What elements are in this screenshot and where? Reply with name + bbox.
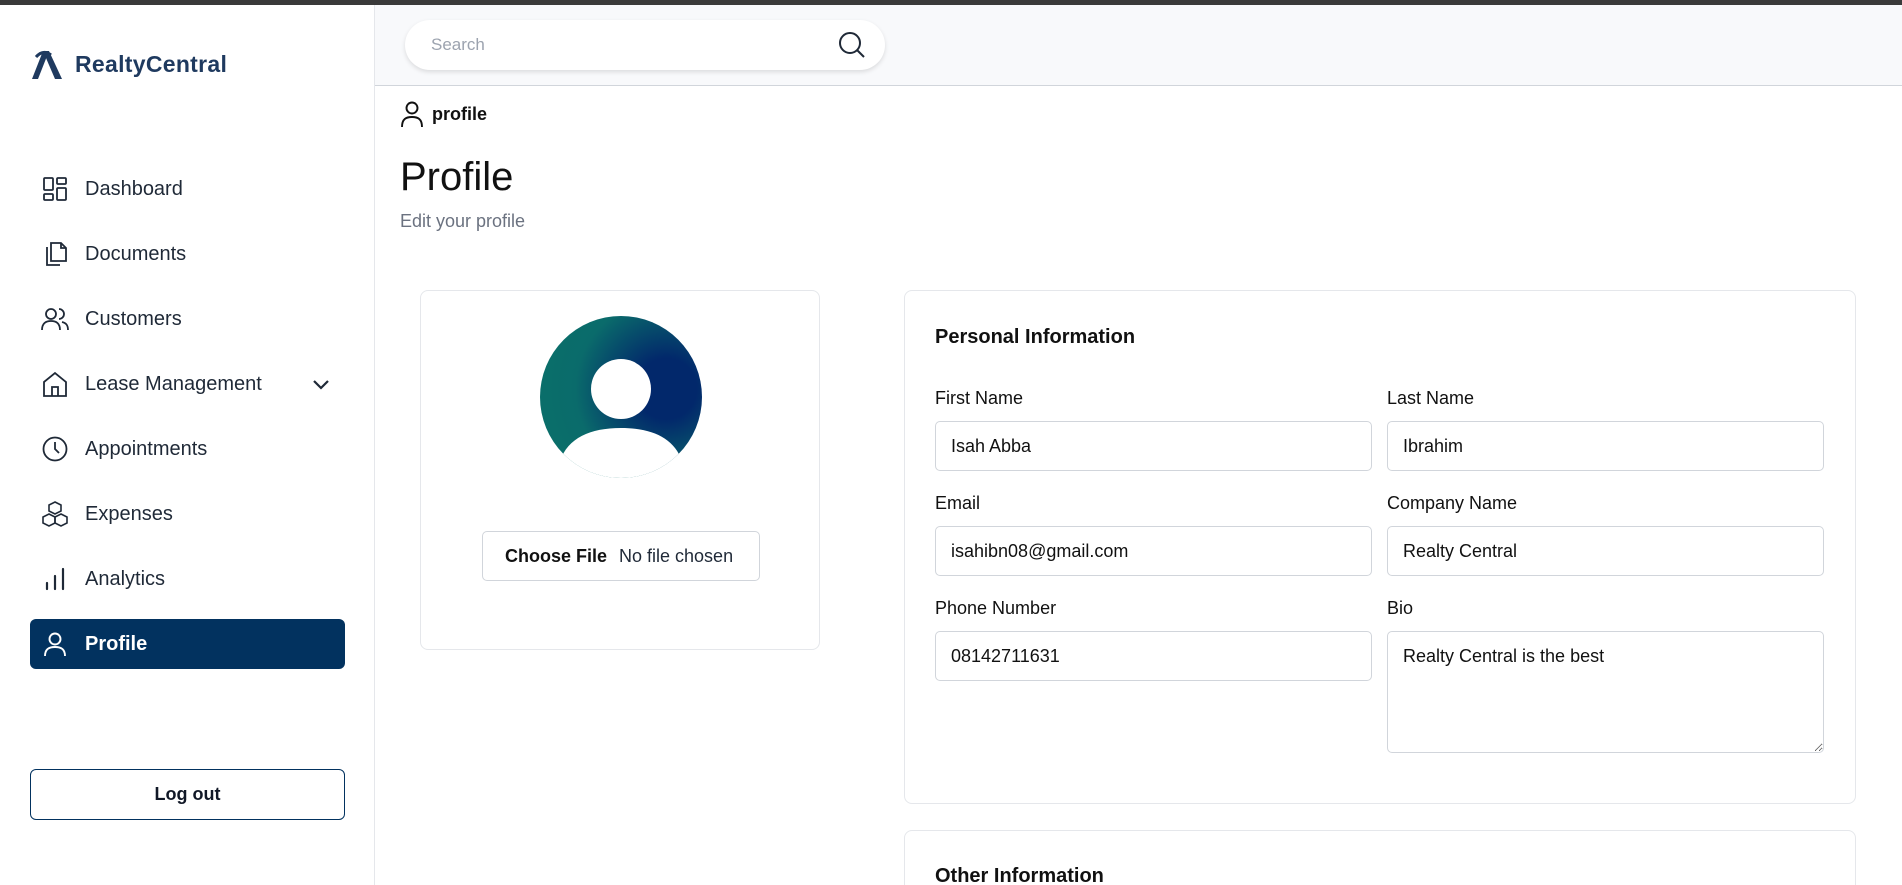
sidebar-item-label: Appointments — [85, 437, 208, 460]
breadcrumb-label: profile — [432, 103, 488, 124]
card-title: Other Information — [935, 865, 1104, 885]
search-icon[interactable] — [837, 30, 867, 60]
sidebar-item-dashboard[interactable]: Dashboard — [30, 164, 345, 214]
sidebar-item-label: Expenses — [85, 502, 173, 525]
file-status-text: No file chosen — [619, 545, 734, 566]
grid-icon — [40, 174, 70, 204]
app-name: RealtyCentral — [75, 50, 228, 77]
sidebar: RealtyCentral Dashboard Documents Custom… — [0, 5, 375, 885]
bar-chart-icon — [40, 564, 70, 594]
phone-number-field[interactable] — [935, 631, 1372, 681]
user-icon — [40, 629, 70, 659]
sidebar-item-label: Lease Management — [85, 372, 262, 395]
choose-file-button[interactable]: Choose File — [505, 546, 607, 567]
first-name-label: First Name — [935, 388, 1024, 408]
file-upload-input[interactable]: Choose File No file chosen — [482, 531, 760, 581]
first-name-field[interactable] — [935, 421, 1372, 471]
documents-icon — [40, 239, 70, 269]
card-title: Personal Information — [935, 326, 1136, 348]
email-field[interactable] — [935, 526, 1372, 576]
avatar-card: Choose File No file chosen — [420, 290, 820, 650]
chevron-down-icon[interactable] — [309, 372, 333, 396]
search-input[interactable] — [431, 35, 837, 55]
logout-button[interactable]: Log out — [30, 769, 345, 820]
sidebar-item-expenses[interactable]: Expenses — [30, 489, 345, 539]
home-icon — [40, 369, 70, 399]
page-subtitle: Edit your profile — [400, 211, 526, 231]
app-logo[interactable]: RealtyCentral — [29, 45, 227, 83]
sidebar-item-customers[interactable]: Customers — [30, 294, 345, 344]
top-header — [375, 5, 1902, 86]
sidebar-item-profile[interactable]: Profile — [30, 619, 345, 669]
last-name-label: Last Name — [1387, 388, 1475, 408]
cubes-icon — [40, 499, 70, 529]
last-name-field[interactable] — [1387, 421, 1824, 471]
sidebar-item-label: Customers — [85, 307, 182, 330]
company-name-label: Company Name — [1387, 493, 1518, 513]
sidebar-item-label: Documents — [85, 242, 187, 265]
sidebar-item-label: Analytics — [85, 567, 166, 590]
sidebar-item-documents[interactable]: Documents — [30, 229, 345, 279]
user-icon — [401, 101, 423, 128]
personal-information-card: Personal Information First Name Last Nam… — [904, 290, 1856, 804]
clock-icon — [40, 434, 70, 464]
sidebar-nav: Dashboard Documents Customers Lease Mana… — [30, 164, 345, 684]
email-label: Email — [935, 493, 981, 513]
users-icon — [40, 304, 70, 334]
sidebar-item-lease-management[interactable]: Lease Management — [30, 359, 345, 409]
company-name-field[interactable] — [1387, 526, 1824, 576]
avatar — [540, 316, 702, 478]
phone-number-label: Phone Number — [935, 598, 1057, 618]
other-information-card: Other Information — [904, 830, 1856, 885]
sidebar-item-label: Profile — [85, 632, 148, 655]
sidebar-item-appointments[interactable]: Appointments — [30, 424, 345, 474]
sidebar-item-label: Dashboard — [85, 177, 183, 200]
bio-label: Bio — [1387, 598, 1414, 618]
search-bar[interactable] — [405, 20, 885, 70]
bio-textarea[interactable]: Realty Central is the best — [1387, 631, 1824, 753]
breadcrumb: profile — [400, 100, 487, 128]
page-title: Profile — [400, 155, 514, 199]
sidebar-item-analytics[interactable]: Analytics — [30, 554, 345, 604]
logo-icon — [32, 50, 62, 79]
